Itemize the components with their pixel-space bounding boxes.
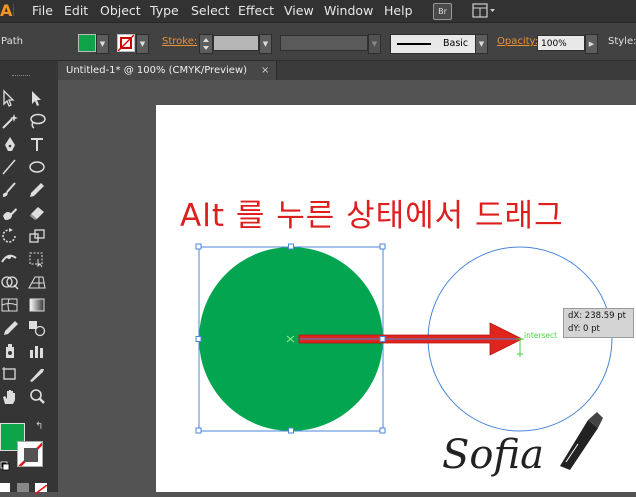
- delta-y-readout: dY: 0 pt: [568, 324, 600, 334]
- artwork-layer: intersect Sofia: [195, 243, 613, 478]
- smart-guide-label: intersect: [524, 331, 557, 340]
- signature-text: Sofia: [442, 432, 544, 478]
- delta-x-readout: dX: 238.59 pt: [568, 311, 626, 321]
- move-offset-tooltip: dX: 238.59 pt dY: 0 pt: [563, 308, 634, 338]
- fountain-pen-icon: [560, 412, 603, 470]
- instruction-headline: Alt 를 누른 상태에서 드래그: [180, 198, 564, 234]
- drag-anchor-handle: [379, 336, 386, 342]
